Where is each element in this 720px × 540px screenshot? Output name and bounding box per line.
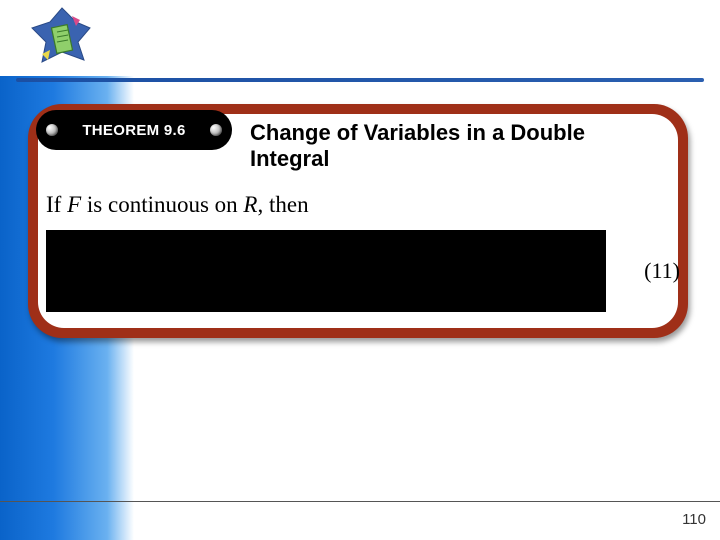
text: , then [257,192,308,217]
header-rule [16,78,704,82]
top-bar [0,0,720,76]
bottom-rule [0,501,720,502]
theorem-tag: THEOREM 9.6 [36,110,232,150]
theorem-tag-label: THEOREM 9.6 [82,122,185,139]
page-number: 110 [682,511,706,528]
bullet-icon [210,124,222,136]
bullet-icon [46,124,58,136]
equation-number: (11) [644,258,680,284]
theorem-title: Change of Variables in a Double Integral [250,120,650,172]
slide: THEOREM 9.6 Change of Variables in a Dou… [0,0,720,540]
text: If [46,192,67,217]
theorem-statement: If F is continuous on R, then [46,192,666,218]
var-R: R [243,192,257,217]
var-F: F [67,192,81,217]
equation-redacted-block [46,230,606,312]
logo-icon [28,6,96,72]
text: is continuous on [81,192,243,217]
